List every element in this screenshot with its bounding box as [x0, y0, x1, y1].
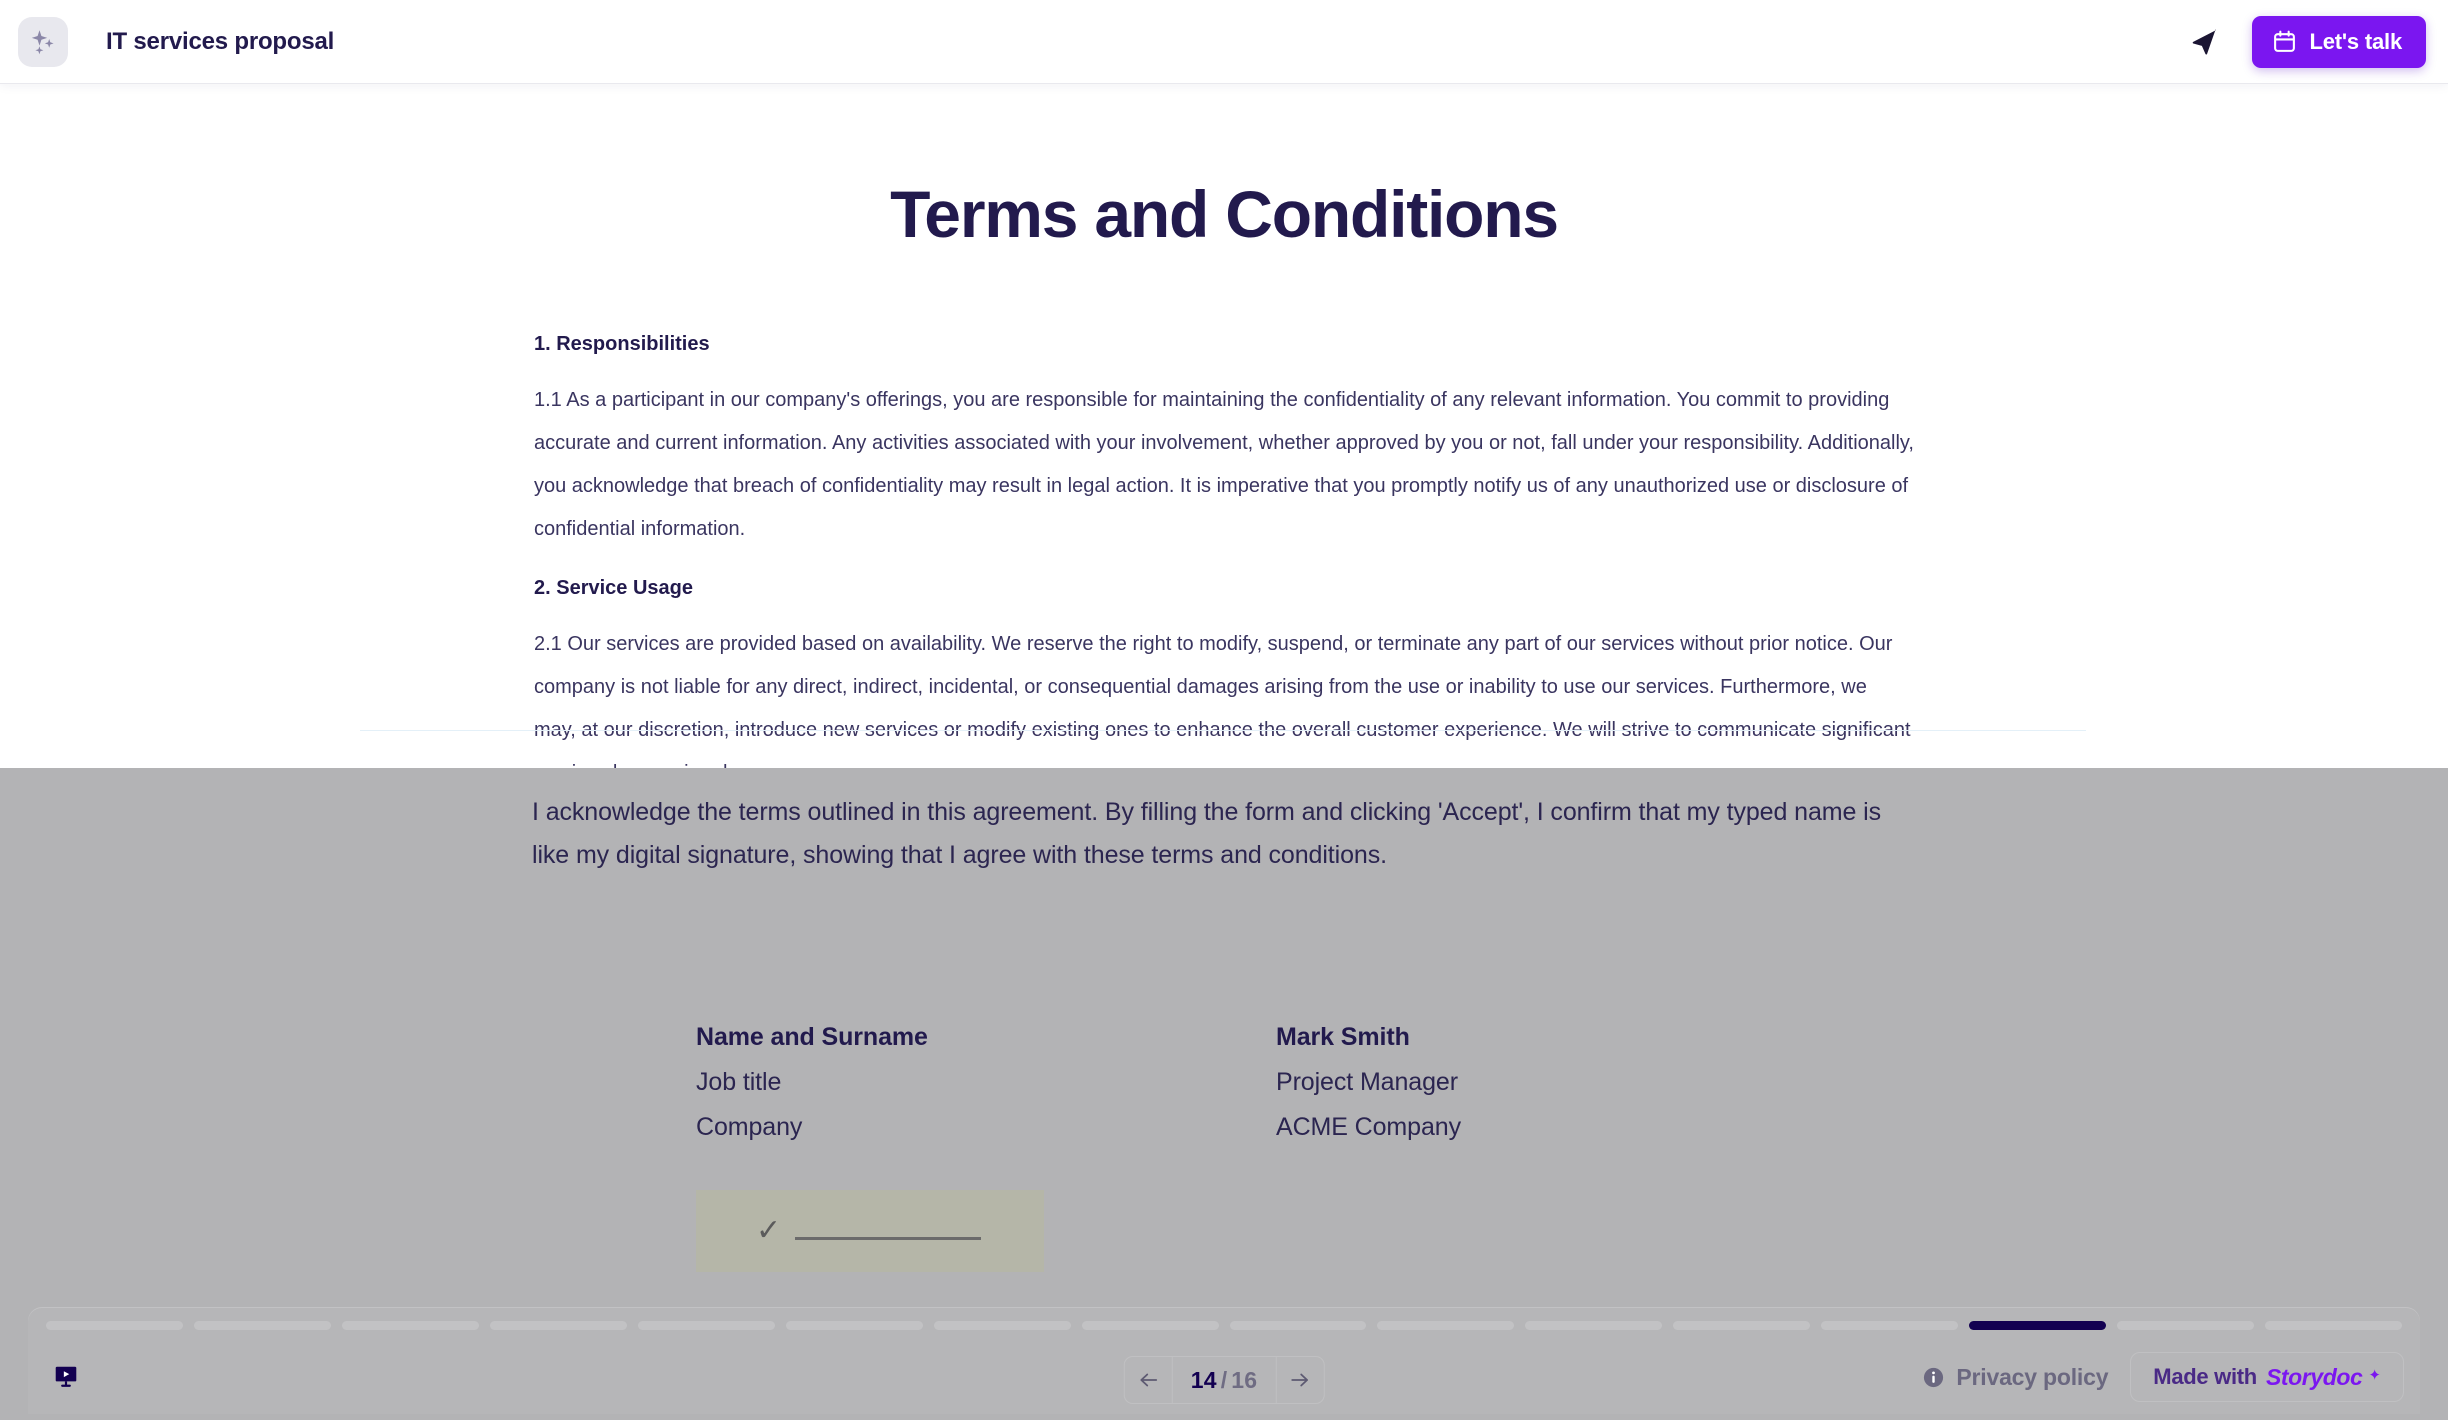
calendar-icon [2272, 29, 2297, 54]
signatory-grid: Name and Surname Job title Company Mark … [696, 1023, 1856, 1158]
privacy-policy-link[interactable]: Privacy policy [1922, 1364, 2108, 1391]
info-icon [1922, 1366, 1945, 1389]
storydoc-viewer: IT services proposal Let's talk Terms an… [0, 0, 2448, 1420]
slide-progress-segment[interactable] [933, 1321, 1071, 1330]
signatory-job-title: Job title [696, 1068, 782, 1096]
signatory-company: Company [696, 1113, 803, 1141]
acknowledgement-text: I acknowledge the terms outlined in this… [532, 798, 1881, 869]
signatory-company: ACME Company [1276, 1113, 1461, 1141]
slide-progress-segment[interactable] [2117, 1321, 2255, 1330]
storydoc-wordmark: Storydoc [2265, 1363, 2363, 1390]
signatory-name: Mark Smith [1276, 1023, 1410, 1051]
signature-line [795, 1236, 982, 1240]
slide-progress-segment[interactable] [637, 1321, 775, 1330]
signatory-name: Name and Surname [696, 1023, 928, 1051]
slide-progress-segment[interactable] [1969, 1321, 2107, 1330]
page-navigator: 14 / 16 [1123, 1356, 1325, 1404]
bottom-bar-right: Privacy policy Made with Storydoc ✦ [1922, 1352, 2404, 1402]
terms-body: 1. Responsibilities 1.1 As a participant… [534, 249, 1914, 768]
slide-progress-segment[interactable] [1673, 1321, 1811, 1330]
slide-progress-segment[interactable] [785, 1321, 923, 1330]
current-page-number: 14 [1190, 1366, 1217, 1393]
clause-heading-2: 2. Service Usage [534, 577, 693, 600]
section-divider [360, 730, 2086, 731]
slide-progress-segment[interactable] [2265, 1321, 2402, 1330]
storydoc-spark-icon: ✦ [2368, 1367, 2381, 1384]
slide-progress-segment[interactable] [46, 1321, 183, 1330]
page-title: IT services proposal [106, 27, 335, 55]
slide-progress-segment[interactable] [1525, 1321, 1663, 1330]
page-counter: 14 / 16 [1173, 1357, 1276, 1403]
slide-progress-segment[interactable] [193, 1321, 331, 1330]
made-with-storydoc-badge[interactable]: Made with Storydoc ✦ [2130, 1352, 2404, 1402]
slide-progress-segment[interactable] [341, 1321, 479, 1330]
slide-progress-segment[interactable] [1821, 1321, 1959, 1330]
slide-progress-segment[interactable] [1377, 1321, 1515, 1330]
made-with-label: Made with [2153, 1364, 2257, 1389]
header-actions: Let's talk [2184, 15, 2426, 68]
arrow-left-icon[interactable] [1125, 1357, 1173, 1403]
slide-heading: Terms and Conditions [890, 177, 1559, 251]
total-page-number: 16 [1231, 1366, 1258, 1393]
sparkles-icon[interactable] [18, 16, 68, 67]
lets-talk-button[interactable]: Let's talk [2251, 15, 2426, 68]
page-separator: / [1220, 1366, 1228, 1393]
signatory-job-title: Project Manager [1276, 1068, 1458, 1096]
signature-input-field[interactable]: ✓ [696, 1190, 1044, 1272]
signatory-block-2: Mark Smith Project Manager ACME Company [1276, 1023, 1856, 1158]
top-header-bar: IT services proposal Let's talk [0, 0, 2448, 84]
clause-heading-1: 1. Responsibilities [534, 333, 710, 356]
slide-progress-segment[interactable] [489, 1321, 627, 1330]
paper-plane-icon[interactable] [2184, 21, 2226, 63]
slide-progress-track[interactable] [46, 1321, 2402, 1330]
clause-text-2: 2.1 Our services are provided based on a… [534, 633, 1911, 768]
presentation-play-icon[interactable] [40, 1354, 92, 1398]
arrow-right-icon[interactable] [1275, 1357, 1323, 1403]
checkmark-icon: ✓ [756, 1214, 782, 1247]
slide-progress-segment[interactable] [1081, 1321, 1219, 1330]
slide-content-card: Terms and Conditions 1. Responsibilities… [0, 84, 2448, 768]
slide-progress-segment[interactable] [1229, 1321, 1367, 1330]
signatory-block-1: Name and Surname Job title Company [696, 1023, 1276, 1158]
bottom-navigation-bar: 14 / 16 Privacy policy Made with Storydo… [28, 1308, 2420, 1414]
privacy-policy-label: Privacy policy [1956, 1363, 2109, 1390]
clause-text-1: 1.1 As a participant in our company's of… [534, 389, 1914, 541]
lets-talk-label: Let's talk [2309, 28, 2403, 54]
